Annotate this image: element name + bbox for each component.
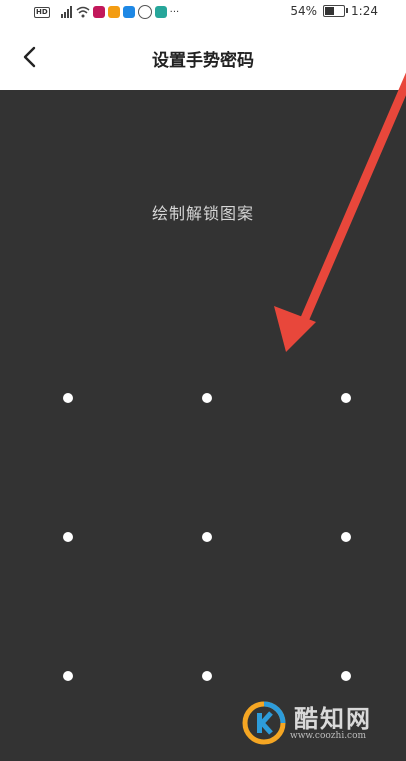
clock: 1:24: [351, 4, 378, 18]
watermark-url: www.coozhi.com: [290, 731, 367, 741]
app-notification-icon: [122, 6, 135, 18]
app-header: 设置手势密码: [0, 24, 406, 90]
app-notification-icon: [92, 6, 105, 18]
hd-icon: HD: [34, 6, 50, 18]
status-bar: HD ··· 54% 1:24: [0, 0, 406, 24]
gesture-dot-9[interactable]: [341, 671, 351, 681]
status-left: HD ···: [34, 5, 179, 19]
app-notification-icon: [107, 6, 120, 18]
annotation-arrow: [274, 72, 406, 352]
watermark: 酷知网 www.coozhi.com: [242, 699, 392, 749]
gesture-dot-4[interactable]: [63, 532, 73, 542]
gesture-dot-6[interactable]: [341, 532, 351, 542]
coozhi-logo-icon: [242, 701, 286, 745]
gesture-dot-3[interactable]: [341, 393, 351, 403]
app-notification-icon: [137, 5, 152, 19]
gesture-prompt: 绘制解锁图案: [151, 204, 254, 223]
cellular-signal-icon: [60, 6, 72, 18]
gesture-dot-5[interactable]: [202, 532, 212, 542]
battery-level: [325, 7, 335, 15]
gesture-dot-8[interactable]: [202, 671, 212, 681]
battery-percent: 54%: [290, 4, 318, 18]
status-right: 54% 1:24: [290, 4, 378, 18]
gesture-dot-2[interactable]: [202, 393, 212, 403]
watermark-name: 酷知网: [294, 705, 372, 733]
battery-icon: [323, 5, 349, 17]
page-title: 设置手势密码: [152, 51, 254, 71]
more-notifications-icon: ···: [169, 6, 180, 18]
gesture-dot-7[interactable]: [63, 671, 73, 681]
app-notification-icon: [154, 6, 167, 18]
gesture-dot-1[interactable]: [63, 393, 73, 403]
wifi-icon: [76, 6, 90, 18]
